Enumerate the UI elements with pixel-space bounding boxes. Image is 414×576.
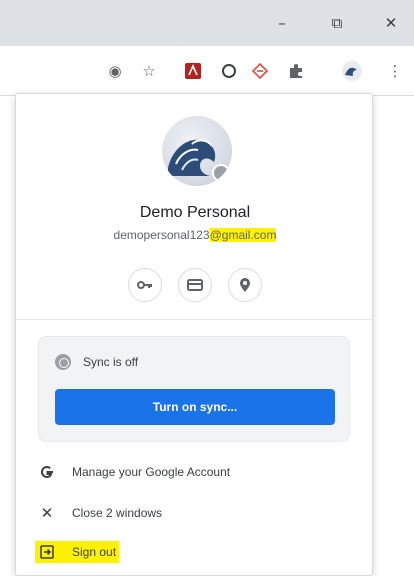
maximize-button[interactable]: ⧉: [325, 12, 349, 34]
minimize-button[interactable]: –: [270, 12, 294, 34]
section-divider: [16, 319, 374, 320]
profile-name: Demo Personal: [139, 204, 251, 221]
browser-toolbar: ◉ ☆ ⋮: [0, 46, 414, 96]
close-icon: ✕: [40, 504, 54, 522]
more-menu-icon[interactable]: ⋮: [383, 59, 407, 83]
profile-menu-popup: Demo Personal demopersonal123@gmail.com …: [15, 93, 374, 576]
bookmark-star-icon[interactable]: ☆: [137, 59, 161, 83]
profile-avatar: [162, 116, 232, 186]
close-window-button[interactable]: ✕: [379, 12, 403, 34]
adobe-pdf-icon[interactable]: [181, 59, 205, 83]
cast-icon[interactable]: ◉: [103, 59, 127, 83]
window-titlebar: – ⧉ ✕: [0, 0, 414, 46]
extensions-puzzle-icon[interactable]: [284, 59, 308, 83]
profile-avatar-icon[interactable]: [340, 59, 364, 83]
sign-out-label: Sign out: [72, 545, 117, 559]
page-background: [373, 100, 414, 576]
payment-card-icon[interactable]: [178, 268, 212, 302]
sync-off-icon: [55, 354, 71, 370]
arrow-diamond-icon[interactable]: [248, 59, 272, 83]
google-g-icon: [38, 463, 56, 481]
email-domain-highlighted: @gmail.com: [209, 228, 277, 242]
quick-actions-row: [128, 268, 262, 302]
sync-status: Sync is off: [55, 354, 138, 370]
sync-card: Sync is off Turn on sync...: [38, 336, 350, 442]
manage-google-account-label: Manage your Google Account: [72, 465, 231, 479]
profile-email: demopersonal123@gmail.com: [16, 228, 374, 242]
addresses-pin-icon[interactable]: [228, 268, 262, 302]
sign-out-item[interactable]: Sign out: [16, 538, 374, 566]
sync-paused-badge: [212, 164, 230, 182]
sync-status-label: Sync is off: [83, 355, 139, 369]
sign-out-highlight: Sign out: [35, 541, 120, 563]
close-windows-label: Close 2 windows: [72, 506, 163, 520]
sign-out-icon: [38, 543, 56, 561]
passwords-key-icon[interactable]: [128, 268, 162, 302]
circle-icon[interactable]: [217, 59, 241, 83]
email-user: demopersonal123: [113, 228, 210, 242]
manage-google-account-item[interactable]: Manage your Google Account: [16, 458, 374, 486]
close-windows-item[interactable]: ✕ Close 2 windows: [16, 499, 374, 527]
turn-on-sync-button[interactable]: Turn on sync...: [55, 389, 335, 425]
